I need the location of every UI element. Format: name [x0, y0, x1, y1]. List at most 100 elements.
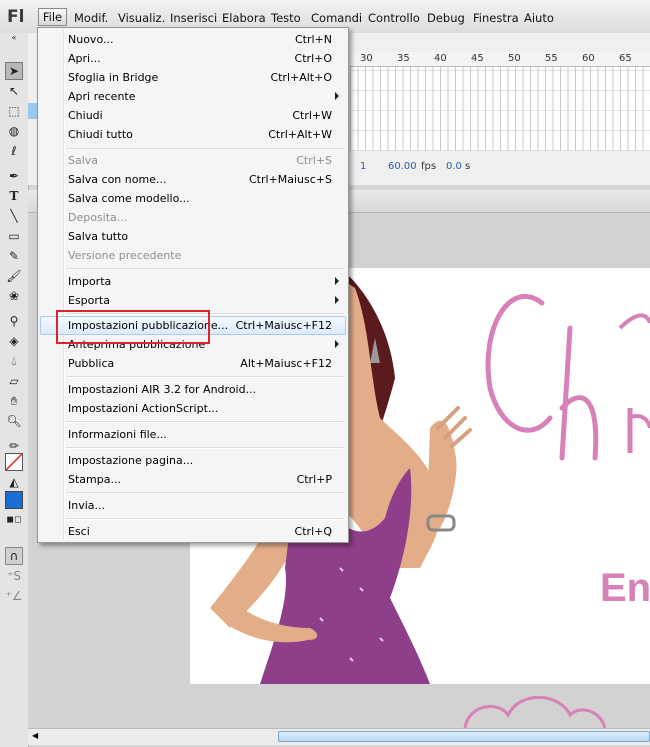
free-transform-tool-icon[interactable]: ⬚ — [5, 102, 23, 120]
pencil-tool-icon[interactable]: ✎ — [5, 247, 23, 265]
menu-item-label: Salva con nome... — [68, 173, 167, 186]
menu-item-salva-come-modello[interactable]: Salva come modello... — [40, 189, 346, 208]
ruler-number: 30 — [360, 53, 373, 64]
panel-collapse-icon[interactable]: « — [5, 33, 23, 42]
menu-aiuto[interactable]: Aiuto — [524, 11, 554, 25]
menu-visualizza[interactable]: Visualiz. — [118, 11, 165, 25]
smooth-icon[interactable]: ⁺S — [5, 567, 23, 585]
menu-item-shortcut: Alt+Maiusc+F12 — [240, 357, 332, 370]
deco-tool-icon[interactable]: ❀ — [5, 287, 23, 305]
snap-to-objects-icon[interactable]: ∩ — [5, 547, 23, 565]
menu-item-label: Sfoglia in Bridge — [68, 71, 159, 84]
ruler-number: 55 — [545, 53, 558, 64]
menu-item-sfoglia-bridge[interactable]: Sfoglia in Bridge Ctrl+Alt+O — [40, 68, 346, 87]
stage-word-fragment: En — [600, 566, 650, 610]
menu-item-deposita[interactable]: Deposita... — [40, 208, 346, 227]
menu-item-versione-precedente[interactable]: Versione precedente — [40, 246, 346, 265]
menu-item-label: Invia... — [68, 499, 106, 512]
timeline-status-bar: 1 60.00 fps 0.0 s — [350, 159, 650, 175]
cloud-shape — [463, 695, 607, 728]
menu-modifica[interactable]: Modif. — [74, 11, 108, 25]
menu-item-chiudi-tutto[interactable]: Chiudi tutto Ctrl+Alt+W — [40, 125, 346, 144]
3d-rotation-tool-icon[interactable]: ◍ — [5, 122, 23, 140]
menu-item-invia[interactable]: Invia... — [40, 496, 346, 515]
no-color-slash-icon — [6, 454, 22, 470]
text-tool-icon[interactable]: T — [5, 187, 23, 205]
timeline-frame-ruler[interactable]: 30 35 40 45 50 55 60 65 — [350, 52, 650, 67]
menu-item-label: Stampa... — [68, 473, 121, 486]
default-colors-icon[interactable]: ◼◻ — [5, 511, 23, 529]
menu-file[interactable]: File — [38, 8, 67, 26]
menu-item-informazioni-file[interactable]: Informazioni file... — [40, 425, 346, 444]
menu-item-apri-recente[interactable]: Apri recente — [40, 87, 346, 106]
submenu-arrow-icon — [335, 92, 339, 100]
zoom-tool-icon[interactable]: 🔍︎ — [5, 412, 23, 430]
menu-item-label: Versione precedente — [68, 249, 182, 262]
stroke-color-swatch[interactable] — [5, 453, 23, 471]
horizontal-scrollbar[interactable]: ◀ — [28, 728, 650, 745]
brush-tool-icon[interactable]: 🖌︎ — [5, 267, 23, 285]
menu-item-pubblica[interactable]: Pubblica Alt+Maiusc+F12 — [40, 354, 346, 373]
menu-separator — [66, 492, 344, 494]
menu-item-label: Salva — [68, 154, 99, 167]
menu-separator — [66, 518, 344, 520]
menu-item-stampa[interactable]: Stampa... Ctrl+P — [40, 470, 346, 489]
menu-item-shortcut: Ctrl+Q — [294, 525, 332, 538]
menu-item-label: Salva tutto — [68, 230, 129, 243]
menu-item-impostazione-pagina[interactable]: Impostazione pagina... — [40, 451, 346, 470]
elapsed-time[interactable]: 0.0 — [446, 161, 462, 172]
eyedropper-tool-icon[interactable]: 💧︎ — [5, 352, 23, 370]
rectangle-tool-icon[interactable]: ▭ — [5, 227, 23, 245]
menu-testo[interactable]: Testo — [271, 11, 301, 25]
timeline-frames-grid[interactable] — [350, 67, 650, 151]
ruler-number: 50 — [508, 53, 521, 64]
eraser-tool-icon[interactable]: ▱ — [5, 372, 23, 390]
menu-comandi[interactable]: Comandi — [311, 11, 362, 25]
menu-item-label: Impostazione pagina... — [68, 454, 194, 467]
menu-item-apri[interactable]: Apri... Ctrl+O — [40, 49, 346, 68]
menu-item-shortcut: Ctrl+Maiusc+S — [248, 173, 332, 186]
tools-panel: « ➤ ↖ ⬚ ◍ ℓ ✒ T ╲ ▭ ✎ 🖌︎ ❀ ⚲ ◈ 💧︎ ▱ ✋︎ 🔍… — [0, 33, 29, 747]
menu-item-importa[interactable]: Importa — [40, 272, 346, 291]
menu-item-salva[interactable]: Salva Ctrl+S — [40, 151, 346, 170]
bone-tool-icon[interactable]: ⚲ — [5, 312, 23, 330]
frame-rate[interactable]: 60.00 — [388, 161, 417, 172]
elapsed-time-unit: s — [465, 161, 471, 172]
menu-debug[interactable]: Debug — [427, 11, 465, 25]
scrollbar-thumb[interactable] — [278, 731, 650, 742]
menu-separator — [66, 268, 344, 270]
file-menu-dropdown: Nuovo... Ctrl+N Apri... Ctrl+O Sfoglia in … — [37, 27, 349, 543]
menu-item-shortcut: Ctrl+Alt+O — [270, 71, 332, 84]
menu-item-label: Deposita... — [68, 211, 128, 224]
fill-color-icon[interactable]: ◭ — [5, 473, 23, 491]
fill-color-swatch[interactable] — [5, 491, 23, 509]
pen-tool-icon[interactable]: ✒ — [5, 167, 23, 185]
current-frame[interactable]: 1 — [360, 161, 366, 172]
menu-item-label: Impostazioni ActionScript... — [68, 402, 219, 415]
annotation-highlight-box — [56, 310, 210, 344]
ruler-number: 45 — [471, 53, 484, 64]
menu-item-esci[interactable]: Esci Ctrl+Q — [40, 522, 346, 541]
straighten-icon[interactable]: ⁺∠ — [5, 587, 23, 605]
menu-controllo[interactable]: Controllo — [368, 11, 420, 25]
menu-inserisci[interactable]: Inserisci — [170, 11, 217, 25]
menu-item-chiudi[interactable]: Chiudi Ctrl+W — [40, 106, 346, 125]
menu-finestra[interactable]: Finestra — [473, 11, 519, 25]
menu-item-nuovo[interactable]: Nuovo... Ctrl+N — [40, 30, 346, 49]
lasso-tool-icon[interactable]: ℓ — [5, 142, 23, 160]
menu-item-impostazioni-actionscript[interactable]: Impostazioni ActionScript... — [40, 399, 346, 418]
menu-item-salva-tutto[interactable]: Salva tutto — [40, 227, 346, 246]
menu-item-esporta[interactable]: Esporta — [40, 291, 346, 310]
line-tool-icon[interactable]: ╲ — [5, 207, 23, 225]
subselection-tool-icon[interactable]: ↖ — [5, 82, 23, 100]
menu-separator — [66, 447, 344, 449]
menu-item-impostazioni-air[interactable]: Impostazioni AIR 3.2 for Android... — [40, 380, 346, 399]
scroll-left-icon[interactable]: ◀ — [32, 731, 38, 740]
menu-elabora[interactable]: Elabora — [222, 11, 266, 25]
menu-item-salva-con-nome[interactable]: Salva con nome... Ctrl+Maiusc+S — [40, 170, 346, 189]
ruler-number: 60 — [582, 53, 595, 64]
hand-tool-icon[interactable]: ✋︎ — [5, 392, 23, 410]
selection-tool-icon[interactable]: ➤ — [5, 62, 23, 80]
menu-item-shortcut: Ctrl+S — [296, 154, 332, 167]
paint-bucket-tool-icon[interactable]: ◈ — [5, 332, 23, 350]
